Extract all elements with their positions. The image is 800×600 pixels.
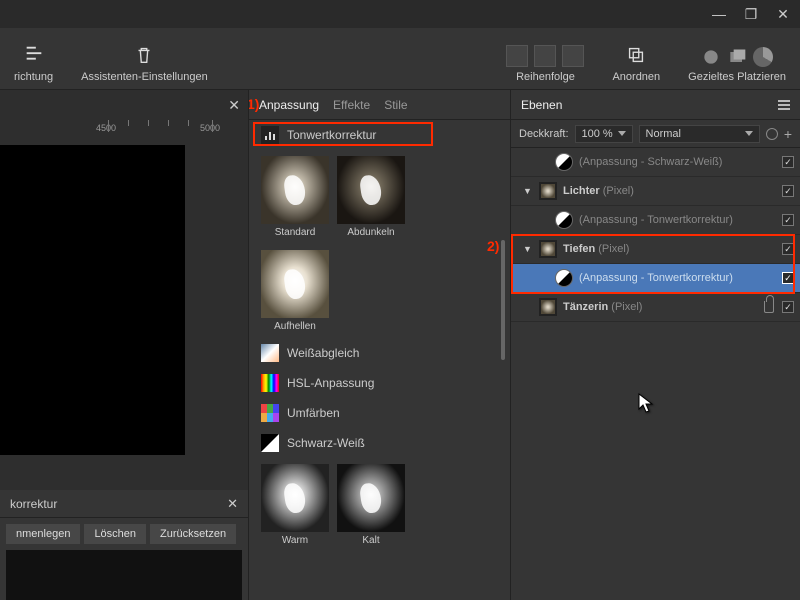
tool-place[interactable]: Gezieltes Platzieren bbox=[674, 47, 800, 83]
blend-mode-dropdown[interactable]: Normal bbox=[639, 125, 760, 143]
layer-depths[interactable]: ▼ Tiefen (Pixel) ✓ bbox=[511, 235, 800, 264]
tool-order-label: Reihenfolge bbox=[516, 71, 575, 83]
adjustment-icon bbox=[555, 153, 573, 171]
opacity-field[interactable]: 100 % bbox=[575, 125, 633, 143]
preset-standard[interactable] bbox=[261, 156, 329, 224]
tab-adjustment[interactable]: Anpassung bbox=[259, 98, 319, 112]
align-icon bbox=[22, 43, 46, 67]
visibility-checkbox[interactable]: ✓ bbox=[782, 243, 794, 255]
toolbar: richtung Assistenten-Einstellungen Reihe… bbox=[0, 28, 800, 90]
tool-align-label: richtung bbox=[14, 71, 53, 83]
adj-hsl-label: HSL-Anpassung bbox=[287, 376, 374, 390]
preset-darken[interactable] bbox=[337, 156, 405, 224]
layer-thumb bbox=[539, 240, 557, 258]
whitebalance-icon bbox=[261, 344, 279, 362]
tab-styles[interactable]: Stile bbox=[384, 98, 407, 112]
adj-recolor-label: Umfärben bbox=[287, 406, 340, 420]
histogram-area bbox=[6, 550, 242, 600]
canvas[interactable] bbox=[0, 145, 185, 455]
panel-title: korrektur bbox=[10, 497, 57, 511]
tool-arrange-label: Anordnen bbox=[612, 71, 660, 83]
layer-dancer[interactable]: Tänzerin (Pixel) ✓ bbox=[511, 293, 800, 322]
layer-adj-levels-2[interactable]: (Anpassung - Tonwertkorrektur) ✓ bbox=[511, 264, 800, 293]
trash-icon bbox=[132, 43, 156, 67]
bw-icon bbox=[261, 434, 279, 452]
adjustment-icon bbox=[555, 211, 573, 229]
layers-tab[interactable]: Ebenen bbox=[521, 98, 562, 112]
reset-button[interactable]: Zurücksetzen bbox=[150, 524, 236, 544]
visibility-checkbox[interactable]: ✓ bbox=[782, 272, 794, 284]
gear-icon[interactable] bbox=[766, 128, 778, 140]
delete-button[interactable]: Löschen bbox=[84, 524, 146, 544]
tool-place-label: Gezieltes Platzieren bbox=[688, 71, 786, 83]
cursor-icon bbox=[638, 393, 654, 415]
adj-levels[interactable]: Tonwertkorrektur bbox=[249, 120, 510, 150]
merge-button[interactable]: nmenlegen bbox=[6, 524, 80, 544]
tool-arrange[interactable]: Anordnen bbox=[598, 43, 674, 83]
lock-icon[interactable] bbox=[764, 301, 774, 313]
tool-wizard[interactable]: Assistenten-Einstellungen bbox=[67, 43, 222, 83]
place-icon bbox=[701, 47, 773, 67]
adjustment-panel: korrektur ✕ nmenlegen Löschen Zurücksetz… bbox=[0, 490, 248, 600]
close-button[interactable]: ✕ bbox=[774, 6, 792, 23]
adj-levels-label: Tonwertkorrektur bbox=[287, 128, 376, 142]
arrange-icon bbox=[624, 43, 648, 67]
layer-thumb bbox=[539, 182, 557, 200]
layer-lights[interactable]: ▼ Lichter (Pixel) ✓ bbox=[511, 177, 800, 206]
preset-cold[interactable] bbox=[337, 464, 405, 532]
add-layer-icon[interactable]: + bbox=[784, 126, 792, 142]
hsl-icon bbox=[261, 374, 279, 392]
close-tab-icon[interactable]: ✕ bbox=[228, 97, 240, 114]
tool-wizard-label: Assistenten-Einstellungen bbox=[81, 71, 208, 83]
annotation-1: 1) bbox=[248, 96, 259, 112]
preset-brighten[interactable] bbox=[261, 250, 329, 318]
adj-whitebalance[interactable]: Weißabgleich bbox=[249, 338, 510, 368]
visibility-checkbox[interactable]: ✓ bbox=[782, 214, 794, 226]
visibility-checkbox[interactable]: ✓ bbox=[782, 301, 794, 313]
visibility-checkbox[interactable]: ✓ bbox=[782, 156, 794, 168]
panel-tabs: Anpassung Effekte Stile bbox=[249, 90, 510, 120]
ruler[interactable]: 4500 5000 bbox=[0, 120, 248, 140]
layers-panel: Ebenen Deckkraft: 100 % Normal + (Anpass… bbox=[510, 90, 800, 600]
layer-thumb bbox=[539, 298, 557, 316]
layer-adj-bw[interactable]: (Anpassung - Schwarz-Weiß) ✓ bbox=[511, 148, 800, 177]
titlebar: — ❐ ✕ bbox=[0, 0, 800, 28]
maximize-button[interactable]: ❐ bbox=[742, 6, 760, 23]
adjustment-icon bbox=[555, 269, 573, 287]
annotation-2: 2) bbox=[487, 238, 499, 254]
minimize-button[interactable]: — bbox=[710, 6, 728, 22]
adj-hsl[interactable]: HSL-Anpassung bbox=[249, 368, 510, 398]
tool-order[interactable]: Reihenfolge bbox=[492, 45, 598, 83]
opacity-label: Deckkraft: bbox=[519, 128, 569, 140]
panel-menu-icon[interactable] bbox=[778, 100, 790, 110]
levels-icon bbox=[261, 126, 279, 144]
tab-effects[interactable]: Effekte bbox=[333, 98, 370, 112]
document-column: ✕ 4500 5000 korrektur ✕ nmenlegen Lösche… bbox=[0, 90, 248, 600]
adjustments-panel: 1) Anpassung Effekte Stile Tonwertkorrek… bbox=[248, 90, 510, 600]
adj-wb-label: Weißabgleich bbox=[287, 346, 359, 360]
document-tab: ✕ bbox=[0, 90, 248, 120]
adj-bw[interactable]: Schwarz-Weiß bbox=[249, 428, 510, 458]
adj-recolor[interactable]: Umfärben bbox=[249, 398, 510, 428]
recolor-icon bbox=[261, 404, 279, 422]
adj-bw-label: Schwarz-Weiß bbox=[287, 436, 365, 450]
scrollbar-thumb[interactable] bbox=[501, 240, 505, 360]
close-panel-icon[interactable]: ✕ bbox=[227, 496, 238, 512]
visibility-checkbox[interactable]: ✓ bbox=[782, 185, 794, 197]
layer-adj-levels-1[interactable]: (Anpassung - Tonwertkorrektur) ✓ bbox=[511, 206, 800, 235]
order-icon bbox=[506, 45, 584, 67]
preset-warm[interactable] bbox=[261, 464, 329, 532]
tool-align[interactable]: richtung bbox=[0, 43, 67, 83]
